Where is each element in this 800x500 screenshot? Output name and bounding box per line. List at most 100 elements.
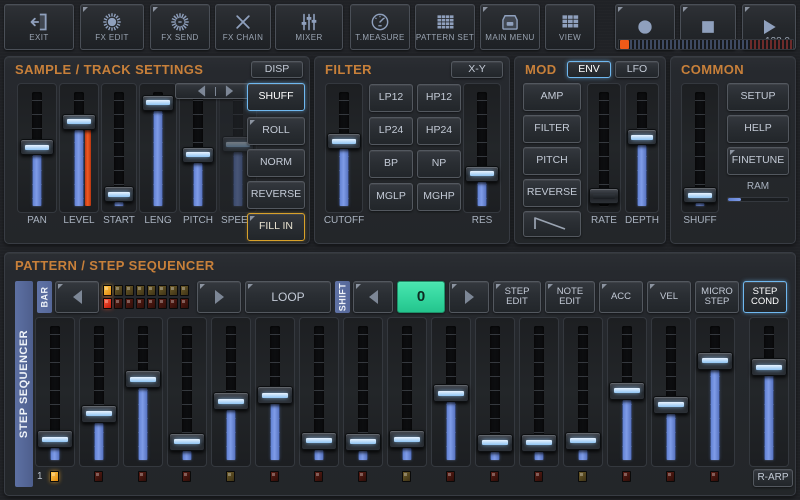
step-led-2[interactable]: [94, 471, 103, 482]
bar-led[interactable]: [103, 298, 112, 309]
rate-slider[interactable]: [587, 83, 621, 213]
filter-type-mghp-button[interactable]: MGHP: [417, 183, 461, 211]
sample-fill-in-button[interactable]: FILL IN: [247, 213, 305, 241]
step-10-slider[interactable]: [431, 317, 471, 467]
step-13-handle[interactable]: [565, 431, 601, 450]
bar-next-button[interactable]: [197, 281, 241, 313]
filter-type-mglp-button[interactable]: MGLP: [369, 183, 413, 211]
step-led-6[interactable]: [270, 471, 279, 482]
step-3-slider[interactable]: [123, 317, 163, 467]
toolbar-view-button[interactable]: VIEW: [545, 4, 595, 50]
pan-slider[interactable]: [17, 83, 57, 213]
mod-env-button[interactable]: ENV: [567, 61, 611, 78]
mode-note-edit-button[interactable]: NOTE EDIT: [545, 281, 595, 313]
step-8-slider[interactable]: [343, 317, 383, 467]
mod-shape-button[interactable]: [523, 211, 581, 237]
nudge-right-icon[interactable]: [225, 85, 233, 97]
common-finetune-button[interactable]: FINETUNE: [727, 147, 789, 175]
toolbar-exit-button[interactable]: EXIT: [4, 4, 74, 50]
bar-led[interactable]: [136, 285, 145, 296]
sample-norm-button[interactable]: NORM: [247, 149, 305, 177]
shift-tab[interactable]: SHIFT: [335, 281, 350, 313]
bar-tab[interactable]: BAR: [37, 281, 52, 313]
bar-led[interactable]: [125, 298, 134, 309]
loop-button[interactable]: LOOP: [245, 281, 331, 313]
step-4-slider[interactable]: [167, 317, 207, 467]
shuff-handle[interactable]: [683, 187, 717, 204]
disp-button[interactable]: DISP: [251, 61, 303, 78]
leng-handle[interactable]: [142, 94, 174, 111]
step-6-handle[interactable]: [257, 386, 293, 405]
step-led-5[interactable]: [226, 471, 235, 482]
toolbar-fx-edit-button[interactable]: FX EDIT: [80, 4, 144, 50]
step-14-slider[interactable]: [607, 317, 647, 467]
step-led-16[interactable]: [710, 471, 719, 482]
res-handle[interactable]: [465, 165, 499, 182]
step-10-handle[interactable]: [433, 384, 469, 402]
mode-step-cond-button[interactable]: STEP COND: [743, 281, 787, 313]
bar-led[interactable]: [158, 298, 167, 309]
shuff-slider[interactable]: [681, 83, 719, 213]
filter-type-lp24-button[interactable]: LP24: [369, 117, 413, 145]
sample-roll-button[interactable]: ROLL: [247, 117, 305, 145]
step-led-7[interactable]: [314, 471, 323, 482]
step-led-11[interactable]: [490, 471, 499, 482]
step-1-handle[interactable]: [37, 430, 73, 449]
step-9-slider[interactable]: [387, 317, 427, 467]
mod-target-filter-button[interactable]: FILTER: [523, 115, 581, 143]
toolbar-pattern-set-button[interactable]: PATTERN SET: [415, 4, 475, 50]
step-9-handle[interactable]: [389, 430, 425, 449]
bar-led[interactable]: [169, 298, 178, 309]
bar-led[interactable]: [147, 298, 156, 309]
step-16-handle[interactable]: [697, 351, 733, 370]
step-led-14[interactable]: [622, 471, 631, 482]
depth-handle[interactable]: [627, 129, 657, 146]
step-4-handle[interactable]: [169, 432, 205, 451]
step-7-handle[interactable]: [301, 431, 337, 450]
step-2-handle[interactable]: [81, 404, 117, 423]
step-led-1[interactable]: [50, 471, 59, 482]
pitch-handle[interactable]: [182, 146, 214, 163]
step-1-slider[interactable]: [35, 317, 75, 467]
start-handle[interactable]: [104, 186, 134, 203]
step-15-slider[interactable]: [651, 317, 691, 467]
step-2-slider[interactable]: [79, 317, 119, 467]
cutoff-slider[interactable]: [325, 83, 363, 213]
nudge-left-icon[interactable]: [197, 85, 205, 97]
bar-led[interactable]: [125, 285, 134, 296]
filter-type-np-button[interactable]: NP: [417, 150, 461, 178]
res-slider[interactable]: [463, 83, 501, 213]
mode-step-edit-button[interactable]: STEP EDIT: [493, 281, 541, 313]
pitch-slider[interactable]: [179, 83, 217, 213]
step-led-10[interactable]: [446, 471, 455, 482]
depth-slider[interactable]: [625, 83, 659, 213]
mode-vel-button[interactable]: VEL: [647, 281, 691, 313]
filter-type-hp24-button[interactable]: HP24: [417, 117, 461, 145]
bar-led[interactable]: [169, 285, 178, 296]
step-7-slider[interactable]: [299, 317, 339, 467]
bar-led[interactable]: [114, 285, 123, 296]
bar-led[interactable]: [136, 298, 145, 309]
step-value-display[interactable]: 0: [397, 281, 445, 313]
step-led-9[interactable]: [402, 471, 411, 482]
common-help-button[interactable]: HELP: [727, 115, 789, 143]
step-11-handle[interactable]: [477, 433, 513, 452]
step-led-15[interactable]: [666, 471, 675, 482]
common-setup-button[interactable]: SETUP: [727, 83, 789, 111]
leng-slider[interactable]: [139, 83, 177, 213]
master-slider[interactable]: [749, 317, 789, 467]
toolbar-fx-chain-button[interactable]: FX CHAIN: [215, 4, 271, 50]
step-12-handle[interactable]: [521, 433, 557, 452]
step-16-slider[interactable]: [695, 317, 735, 467]
step-13-slider[interactable]: [563, 317, 603, 467]
step-6-slider[interactable]: [255, 317, 295, 467]
bar-led[interactable]: [103, 285, 112, 296]
level-handle[interactable]: [62, 113, 96, 130]
step-11-slider[interactable]: [475, 317, 515, 467]
sample-shuff-button[interactable]: SHUFF: [247, 83, 305, 111]
step-led-8[interactable]: [358, 471, 367, 482]
filter-type-hp12-button[interactable]: HP12: [417, 84, 461, 112]
bar-led[interactable]: [114, 298, 123, 309]
rate-handle[interactable]: [589, 188, 619, 205]
step-15-handle[interactable]: [653, 395, 689, 414]
